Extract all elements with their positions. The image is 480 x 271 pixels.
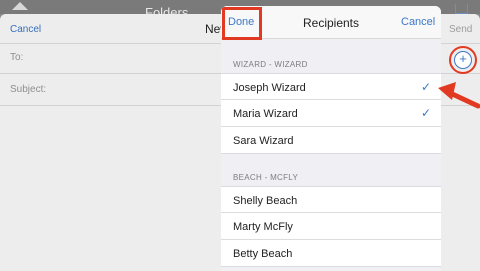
recipients-nav-bar: Done Recipients Cancel <box>221 6 441 40</box>
contact-name: Joseph Wizard <box>233 82 306 94</box>
contact-name: Sara Wizard <box>233 135 294 147</box>
section-header: BEACH - MCFLY <box>233 173 299 182</box>
list-item[interactable]: Sara Wizard <box>221 127 441 154</box>
contact-name: Marty McFly <box>233 221 293 233</box>
list-item[interactable]: Joseph Wizard ✓ <box>221 73 441 100</box>
list-item[interactable]: Shelly Beach <box>221 186 441 213</box>
checkmark-icon: ✓ <box>421 80 432 94</box>
contact-name: Betty Beach <box>233 248 293 260</box>
list-item[interactable]: Maria Wizard ✓ <box>221 100 441 127</box>
section-header: WIZARD - WIZARD <box>233 60 308 69</box>
recipients-popover: Done Recipients Cancel WIZARD - WIZARD J… <box>221 6 441 271</box>
list-item[interactable]: Marty McFly <box>221 213 441 240</box>
arrow-annotation-icon <box>438 82 480 109</box>
contact-name: Shelly Beach <box>233 195 298 207</box>
highlight-ring <box>449 46 477 74</box>
list-item[interactable]: Betty Beach <box>221 240 441 267</box>
recipients-cancel-button[interactable]: Cancel <box>401 16 435 28</box>
contact-name: Maria Wizard <box>233 108 298 120</box>
compose-icon <box>455 4 468 14</box>
home-icon <box>12 2 28 10</box>
checkmark-icon: ✓ <box>421 106 432 120</box>
